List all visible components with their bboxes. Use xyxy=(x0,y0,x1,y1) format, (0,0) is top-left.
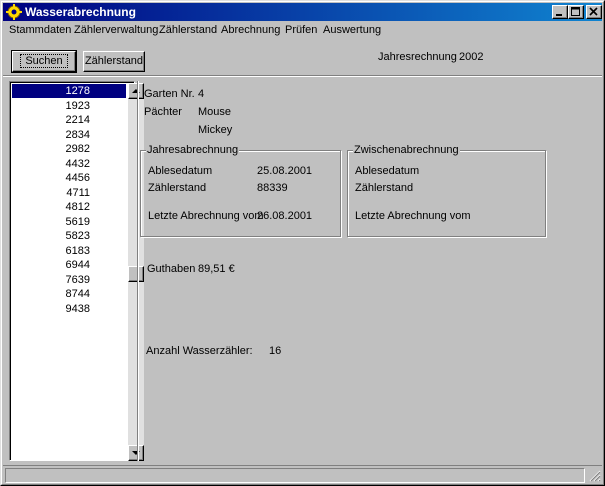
close-button[interactable] xyxy=(586,5,602,19)
list-item[interactable]: 5619 xyxy=(12,215,126,229)
annual-meter-value: 88339 xyxy=(257,182,288,194)
list-scrollbar[interactable] xyxy=(128,83,144,461)
tenant-first-name: Mickey xyxy=(198,124,233,136)
annual-reading-date-value: 25.08.2001 xyxy=(257,165,313,177)
status-bar xyxy=(3,465,602,483)
interim-meter-label: Zählerstand xyxy=(355,182,414,194)
menu-zaehlerverwaltung[interactable]: Zählerverwaltung xyxy=(74,24,158,36)
menu-abrechnung[interactable]: Abrechnung xyxy=(221,24,280,36)
list-item[interactable]: 4812 xyxy=(12,200,126,214)
search-button-label: Suchen xyxy=(20,54,68,68)
meter-reading-button[interactable]: Zählerstand xyxy=(83,51,145,72)
app-window: Wasserabrechnung Stammdaten Zählerverwal… xyxy=(0,0,605,486)
annual-invoice-label: Jahresrechnung xyxy=(378,51,457,63)
tenant-label: Pächter xyxy=(144,106,182,118)
interim-billing-title: Zwischenabrechnung xyxy=(353,144,460,156)
app-gear-icon xyxy=(6,4,22,20)
list-item[interactable]: 2214 xyxy=(12,113,126,127)
list-item[interactable]: 7639 xyxy=(12,273,126,287)
pane-divider xyxy=(137,81,139,461)
menu-pruefen[interactable]: Prüfen xyxy=(285,24,317,36)
window-title: Wasserabrechnung xyxy=(25,5,136,19)
menu-auswertung[interactable]: Auswertung xyxy=(323,24,381,36)
menu-zaehlerstand[interactable]: Zählerstand xyxy=(159,24,217,36)
search-button[interactable]: Suchen xyxy=(11,50,77,73)
annual-invoice-year: 2002 xyxy=(459,51,484,63)
scroll-up-button[interactable] xyxy=(128,83,144,99)
resize-grip-icon[interactable] xyxy=(589,470,601,482)
list-item[interactable]: 4456 xyxy=(12,171,126,185)
list-item[interactable]: 5823 xyxy=(12,229,126,243)
garden-listbox[interactable]: 1278 1923 2214 2834 2982 4432 4456 4711 4812 5619… xyxy=(9,81,144,461)
interim-last-bill-label: Letzte Abrechnung vom xyxy=(355,210,471,222)
credit-value: 89,51 € xyxy=(198,263,235,275)
list-item[interactable]: 8744 xyxy=(12,287,126,301)
meter-count-value: 16 xyxy=(269,345,282,357)
title-bar[interactable]: Wasserabrechnung xyxy=(3,3,602,21)
meter-count-label: Anzahl Wasserzähler: xyxy=(146,345,253,357)
list-item[interactable]: 1923 xyxy=(12,99,126,113)
list-item[interactable]: 4432 xyxy=(12,157,126,171)
list-item[interactable]: 6944 xyxy=(12,258,126,272)
scroll-thumb[interactable] xyxy=(128,266,144,282)
scroll-down-button[interactable] xyxy=(128,445,144,461)
menu-stammdaten[interactable]: Stammdaten xyxy=(9,24,71,36)
annual-reading-date-label: Ablesedatum xyxy=(148,165,213,177)
annual-last-bill-value: 26.08.2001 xyxy=(257,210,313,222)
annual-last-bill-label: Letzte Abrechnung vom xyxy=(148,210,264,222)
garden-number-label: Garten Nr. xyxy=(144,88,195,100)
arrow-down-icon xyxy=(132,451,140,455)
listbox-inner: 1278 1923 2214 2834 2982 4432 4456 4711 4812 5619… xyxy=(10,82,144,461)
minimize-button[interactable] xyxy=(552,5,568,19)
annual-billing-title: Jahresabrechnung xyxy=(146,144,240,156)
maximize-icon xyxy=(571,7,580,16)
tenant-last-name: Mouse xyxy=(198,106,232,118)
list-item[interactable]: 9438 xyxy=(12,302,126,316)
menu-bar: Stammdaten Zählerverwaltung Zählerstand … xyxy=(3,22,602,39)
list-item[interactable]: 6183 xyxy=(12,244,126,258)
close-icon xyxy=(589,7,598,16)
maximize-button[interactable] xyxy=(568,5,584,19)
credit-label: Guthaben xyxy=(147,263,196,275)
meter-reading-button-label: Zählerstand xyxy=(84,55,144,67)
list-item[interactable]: 2834 xyxy=(12,128,126,142)
toolbar-divider xyxy=(3,75,602,77)
list-item[interactable]: 4711 xyxy=(12,186,126,200)
annual-meter-label: Zählerstand xyxy=(148,182,207,194)
status-pane xyxy=(5,468,585,483)
minimize-icon xyxy=(556,14,562,16)
list-item[interactable]: 1278 xyxy=(12,84,126,98)
arrow-up-icon xyxy=(132,89,140,93)
list-item[interactable]: 2982 xyxy=(12,142,126,156)
interim-reading-date-label: Ablesedatum xyxy=(355,165,420,177)
garden-number-value: 4 xyxy=(198,88,205,100)
